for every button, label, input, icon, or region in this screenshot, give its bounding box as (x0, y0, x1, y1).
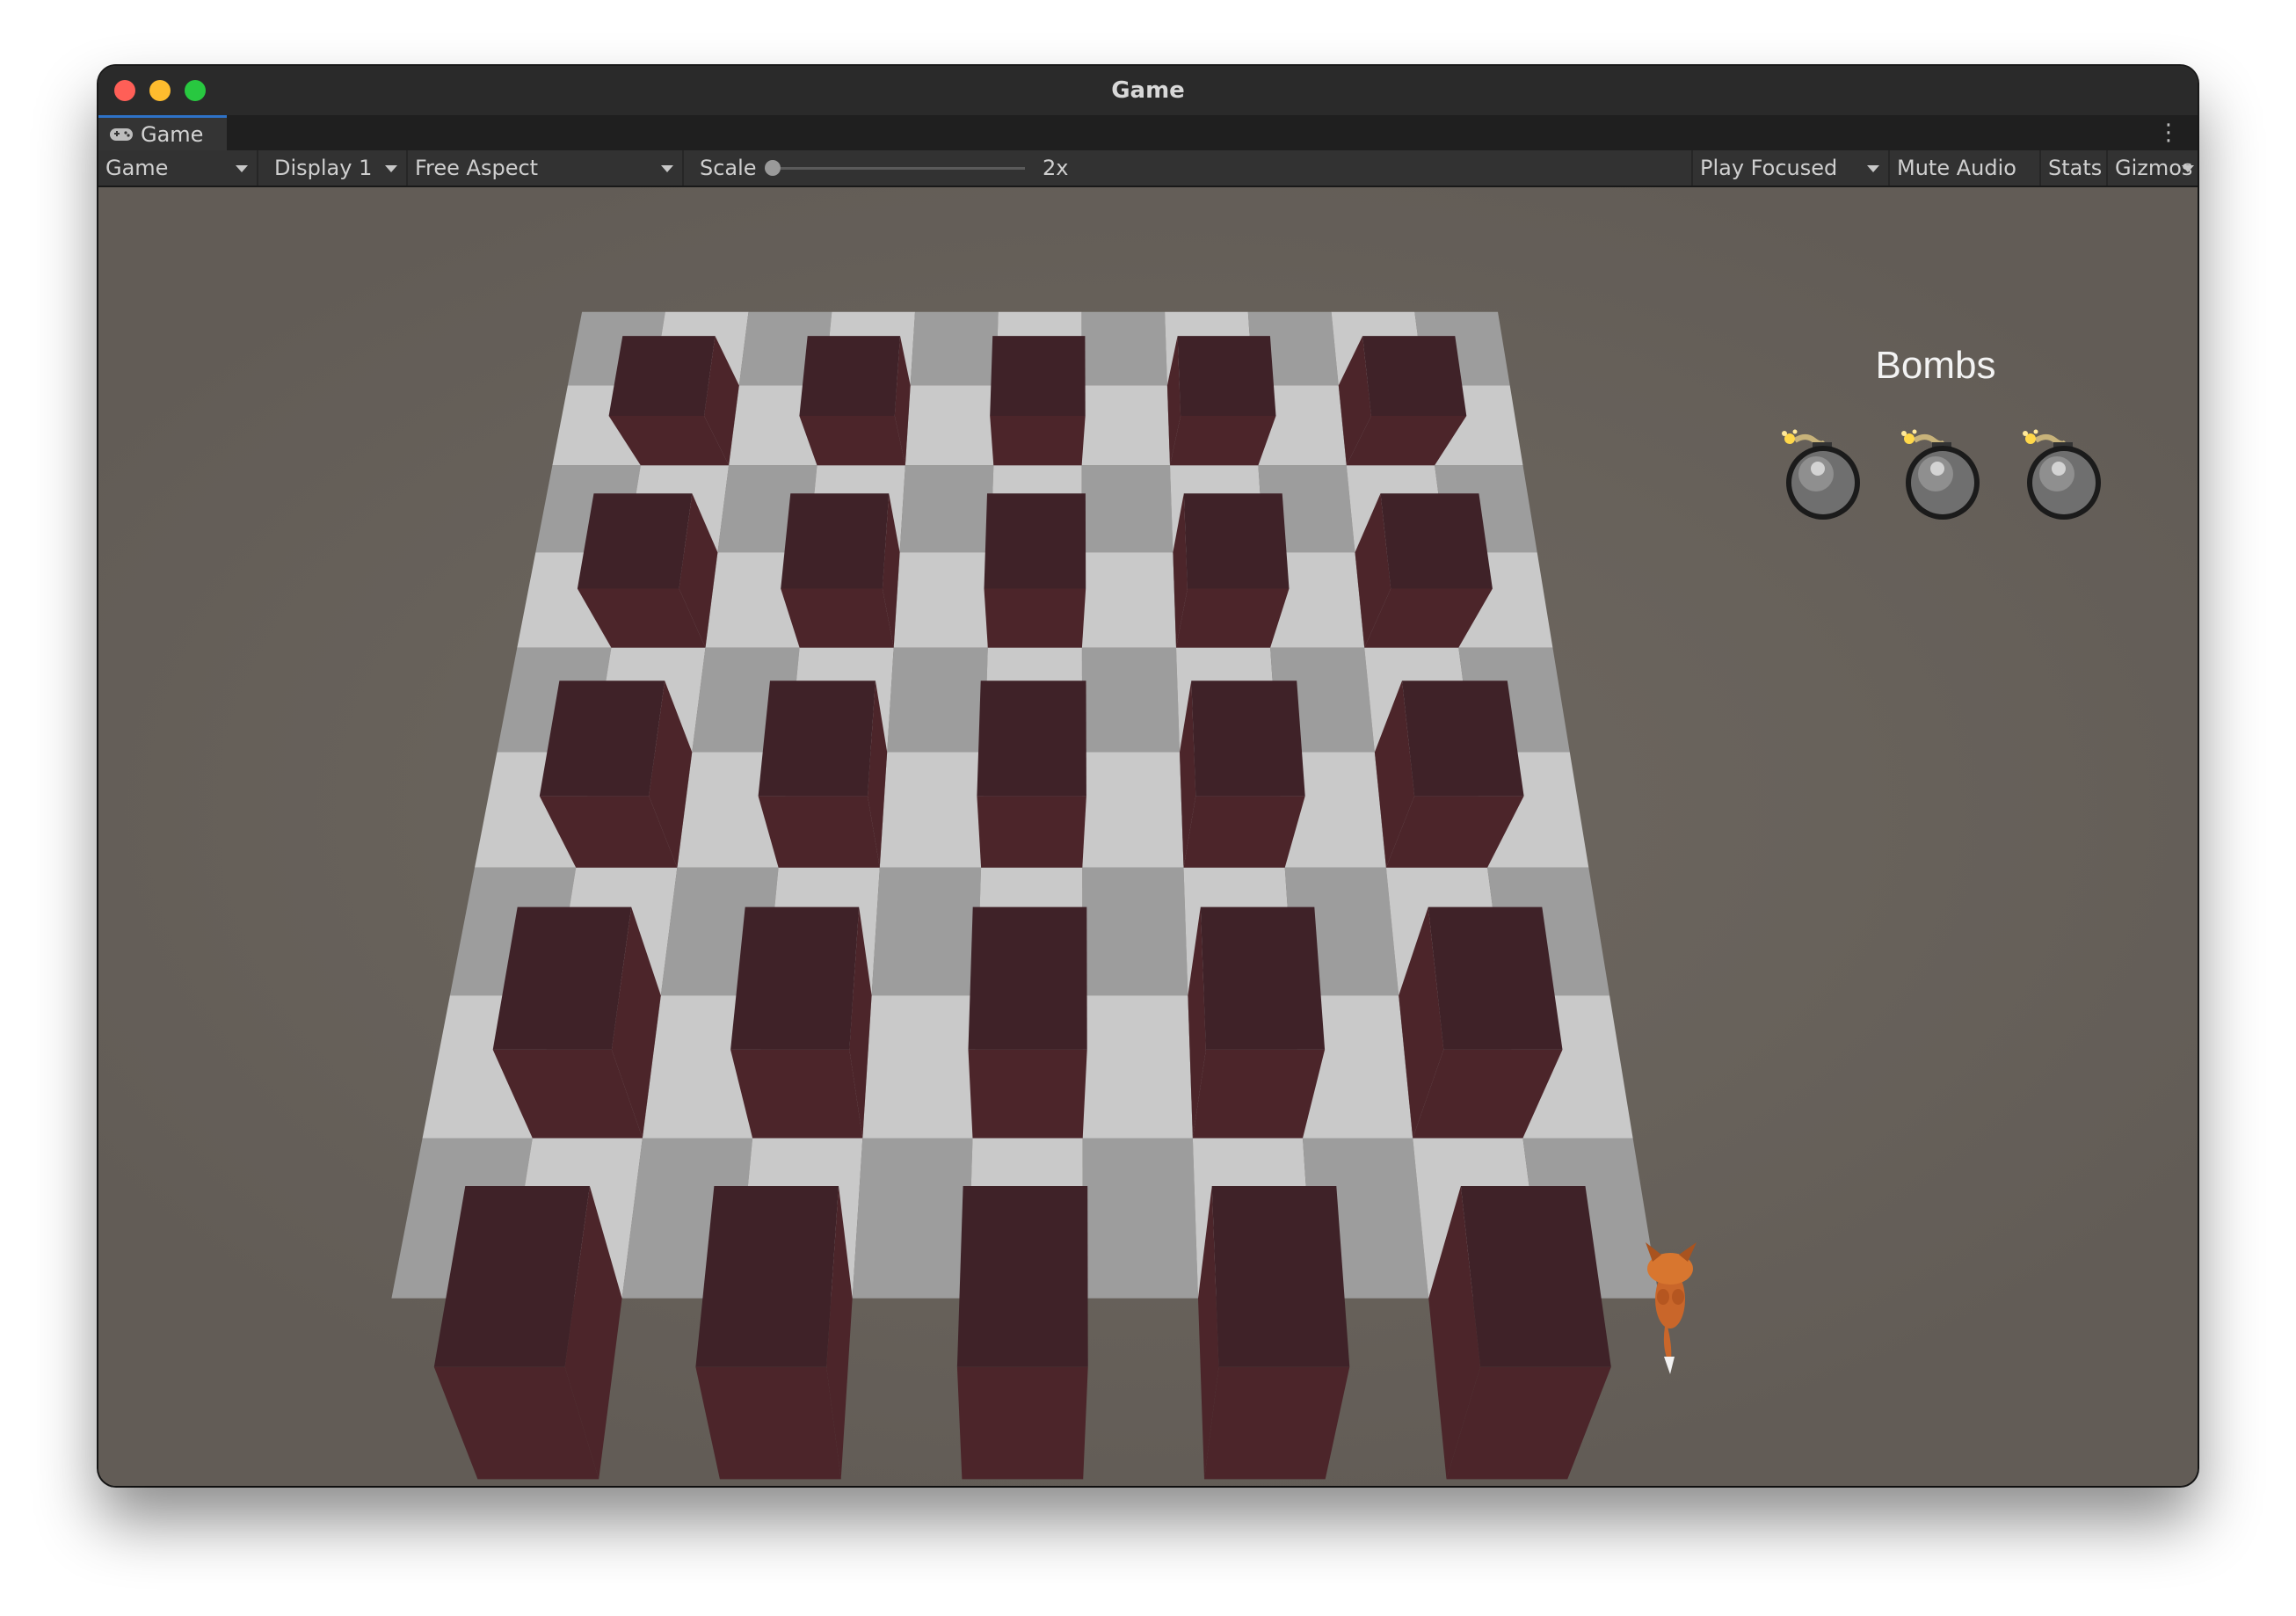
wall-front (968, 1049, 1087, 1139)
game-viewport[interactable]: Bombs (98, 187, 2198, 1486)
wall-top (977, 681, 1086, 797)
floor-tile (905, 385, 997, 466)
wall-top (799, 336, 900, 416)
tab-game[interactable]: Game (98, 115, 227, 150)
wall-front (1176, 588, 1290, 648)
wall-top (1362, 336, 1467, 416)
wall-top (990, 336, 1086, 416)
floor-tile (871, 867, 982, 996)
tab-bar: Game ⋮ (98, 115, 2198, 150)
wall-top (781, 493, 890, 589)
floor-tile (910, 311, 999, 386)
walls (433, 336, 1611, 1480)
wall-front (695, 1366, 841, 1480)
wall-front (1170, 416, 1276, 466)
bomb-icon (1901, 429, 1980, 520)
wall-top (1211, 1186, 1350, 1367)
wall-top (1177, 336, 1276, 416)
stats-label: Stats (2048, 156, 2103, 180)
floor-tile (879, 752, 985, 868)
wall-top (1402, 681, 1524, 797)
floor-tile (862, 995, 977, 1139)
wall-top (1428, 906, 1563, 1050)
tab-game-label: Game (141, 121, 204, 147)
floor-tile (1082, 1138, 1198, 1299)
bomb-icon (1782, 429, 1860, 520)
view-select[interactable]: Game (98, 150, 258, 186)
floor-tile (1081, 311, 1167, 386)
floor-tile (1082, 867, 1188, 996)
game-window: Game Game ⋮ Game Display 1 Free Aspect S… (98, 66, 2198, 1486)
aspect-select[interactable]: Free Aspect (408, 150, 684, 186)
floor-tile (852, 1138, 973, 1299)
fox-icon (1646, 1242, 1697, 1374)
wall-top (539, 681, 665, 797)
title-bar: Game (98, 66, 2198, 115)
view-select-value: Game (105, 156, 169, 180)
gizmos-button[interactable]: Gizmos (2108, 150, 2198, 186)
play-mode-select[interactable]: Play Focused (1691, 150, 1890, 186)
wall-front (781, 588, 894, 648)
wall-front (1192, 1049, 1326, 1139)
wall-top (758, 681, 876, 797)
wall-top (608, 336, 716, 416)
bomb-icon (2023, 429, 2101, 520)
wall-top (956, 1186, 1088, 1367)
wall-top (1200, 906, 1326, 1050)
minimize-button[interactable] (149, 80, 171, 101)
wall-top (730, 906, 860, 1050)
chevron-down-icon (1867, 165, 1879, 172)
wall-top (1183, 493, 1290, 589)
more-options-icon[interactable]: ⋮ (2157, 120, 2180, 145)
scale-slider-track[interactable] (781, 167, 1025, 170)
wall-front (984, 588, 1086, 648)
stats-button[interactable]: Stats (2041, 150, 2108, 186)
mute-audio-label: Mute Audio (1897, 156, 2016, 180)
floor-tile (1081, 385, 1170, 466)
display-select[interactable]: Display 1 (267, 150, 408, 186)
wall-top (577, 493, 693, 589)
floor-tile (899, 465, 994, 553)
wall-top (1460, 1186, 1611, 1367)
mute-audio-button[interactable]: Mute Audio (1890, 150, 2041, 186)
scale-label: Scale (700, 156, 757, 180)
wall-front (1183, 796, 1305, 868)
chevron-down-icon (2182, 165, 2194, 172)
wall-top (984, 493, 1086, 589)
scale-control: Scale 2x (693, 150, 1068, 186)
wall-front (799, 416, 905, 466)
close-button[interactable] (114, 80, 135, 101)
floor-tile (1081, 552, 1176, 648)
wall-front (1204, 1366, 1350, 1480)
floor-tile (1081, 465, 1173, 553)
floor-tile (1082, 995, 1193, 1139)
play-mode-select-value: Play Focused (1700, 156, 1838, 180)
zoom-button[interactable] (185, 80, 206, 101)
aspect-select-value: Free Aspect (415, 156, 539, 180)
wall-front (730, 1049, 863, 1139)
wall-front (977, 796, 1086, 868)
wall-top (1380, 493, 1493, 589)
chevron-down-icon (236, 165, 248, 172)
scale-value: 2x (1043, 156, 1069, 180)
window-title: Game (1111, 77, 1185, 104)
floor-tile (1082, 752, 1184, 868)
scale-slider-thumb[interactable] (765, 160, 781, 176)
game-toolbar: Game Display 1 Free Aspect Scale 2x Play… (98, 150, 2198, 187)
chevron-down-icon (661, 165, 673, 172)
wall-top (1191, 681, 1305, 797)
gamepad-icon (110, 127, 133, 141)
floor-tile (887, 647, 988, 753)
chevron-down-icon (385, 165, 397, 172)
floor-tile (1081, 647, 1180, 753)
wall-top (695, 1186, 839, 1367)
wall-front (758, 796, 880, 868)
display-select-value: Display 1 (274, 156, 373, 180)
bombs-label: Bombs (1875, 344, 1996, 387)
wall-top (968, 906, 1087, 1050)
wall-front (956, 1366, 1088, 1480)
floor-tile (893, 552, 992, 648)
wall-front (990, 416, 1086, 466)
